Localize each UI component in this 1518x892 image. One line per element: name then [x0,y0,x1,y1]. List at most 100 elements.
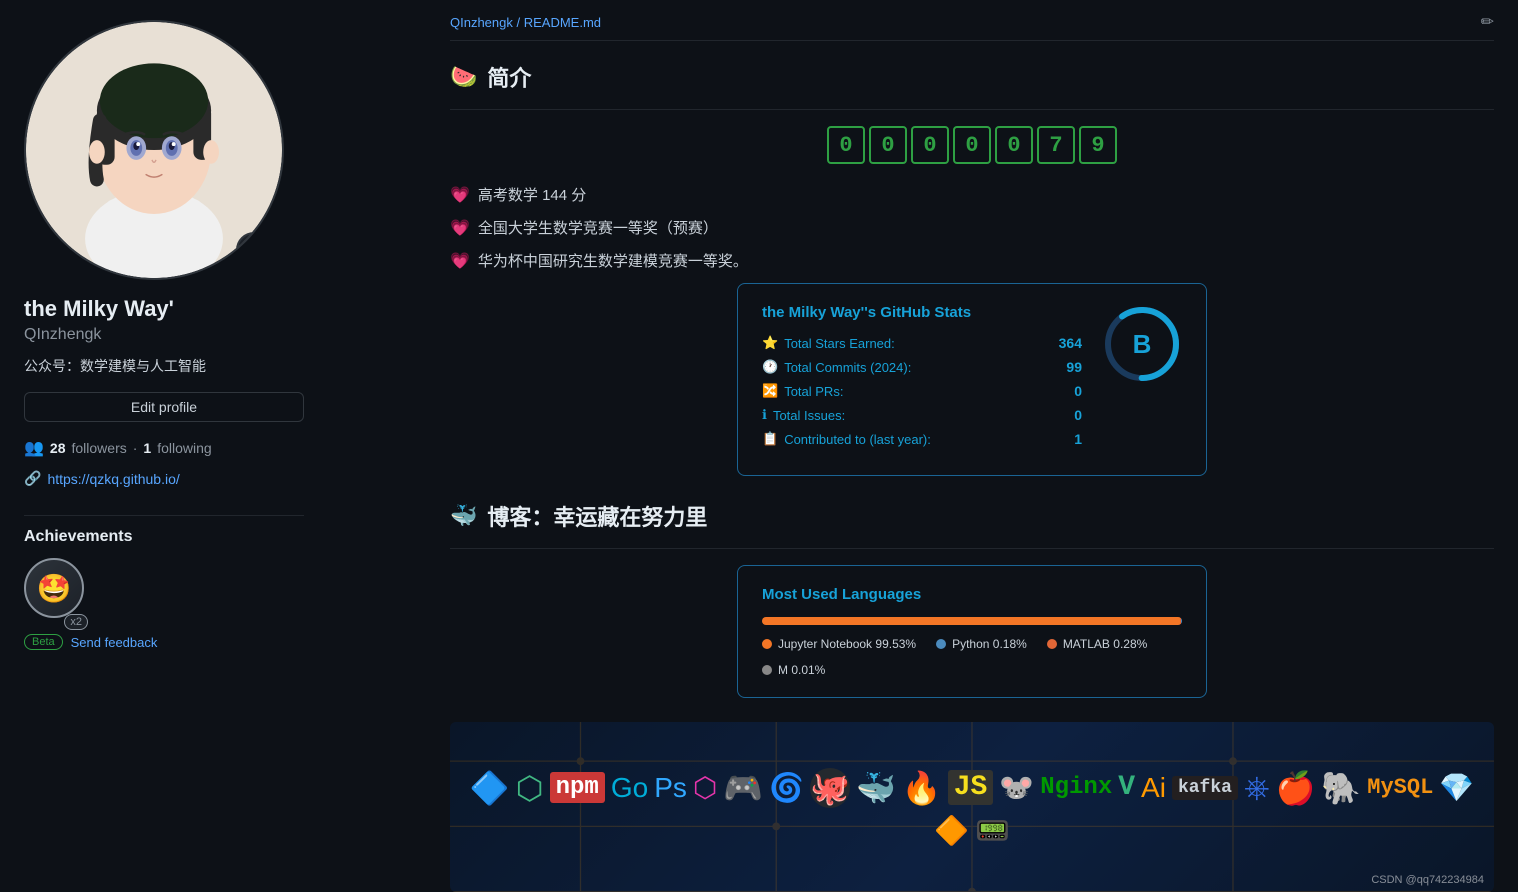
achievement-badge-wrapper: 🤩 x2 [24,558,84,626]
avatar-badge: 🍉 [236,232,272,268]
tech-icon-nginx: Nginx [1040,774,1112,801]
heart-icon-3: 💗 [450,251,470,271]
languages-card: Most Used Languages Jupyter Notebook 99.… [737,565,1207,698]
stats-left: the Milky Way''s GitHub Stats ⭐ Total St… [762,304,1082,455]
stats-value-stars: 364 [1059,335,1082,351]
achievement-text-2: 全国大学生数学竞赛一等奖（预赛） [478,217,718,238]
stats-label-stars: ⭐ Total Stars Earned: [762,335,895,351]
stats-value-issues: 0 [1074,407,1082,423]
counter-row: 0 0 0 0 0 7 9 [450,126,1494,164]
stats-row-contrib: 📋 Contributed to (last year): 1 [762,431,1082,447]
badge-count: x2 [64,614,88,630]
link-icon: 🔗 [24,470,41,487]
following-label: following [157,440,211,456]
grade-circle: B [1102,304,1182,384]
achievement-text-3: 华为杯中国研究生数学建模竞赛一等奖。 [478,250,748,271]
stats-row-issues: ℹ Total Issues: 0 [762,407,1082,423]
counter-digit-7: 9 [1079,126,1117,164]
lang-legend-jupyter: Jupyter Notebook 99.53% [762,637,916,651]
stats-label-issues: ℹ Total Issues: [762,407,845,423]
tech-icon-graphql: ⬡ [693,771,717,804]
website-url: https://qzkq.github.io/ [47,471,179,487]
heart-icon-1: 💗 [450,185,470,205]
followers-count: 28 [50,440,66,456]
achievement-item-3: 💗 华为杯中国研究生数学建模竞赛一等奖。 [450,250,1494,271]
stats-label-prs: 🔀 Total PRs: [762,383,843,399]
people-icon: 👥 [24,438,44,458]
counter-digit-1: 0 [827,126,865,164]
username-display: the Milky Way' [24,296,174,322]
github-stats-card: the Milky Way''s GitHub Stats ⭐ Total St… [737,283,1207,476]
tech-icon-gulp: 🌀 [769,771,804,804]
tech-icon-docker: 🐳 [856,769,896,807]
achievement-item-2: 💗 全国大学生数学竞赛一等奖（预赛） [450,217,1494,238]
csdn-watermark: CSDN @qq742234984 [1371,874,1484,886]
sidebar-divider [24,515,304,516]
achievement-text-1: 高考数学 144 分 [478,184,586,205]
tech-icon-vuejs: ⬡ [516,769,544,807]
tech-icon-js: JS [948,770,994,805]
readme-path-sep: / [517,15,524,30]
following-count: 1 [143,440,151,456]
tech-icon-terminal: 📟 [975,814,1010,847]
achievement-item-1: 💗 高考数学 144 分 [450,184,1494,205]
tech-icon-kafka: kafka [1172,776,1238,800]
edit-profile-button[interactable]: Edit profile [24,392,304,422]
lang-bar-jupyter [762,617,1180,625]
tech-icon-apple: 🍎 [1276,769,1316,807]
stats-row-stars: ⭐ Total Stars Earned: 364 [762,335,1082,351]
stats-label-contrib: 📋 Contributed to (last year): [762,431,931,447]
heart-icon-2: 💗 [450,218,470,238]
blog-title: 🐳 博客：幸运藏在努力里 [450,500,1494,532]
tech-icon-angular: 🔷 [470,769,510,807]
jupyter-dot [762,639,772,649]
grade-letter: B [1133,329,1152,360]
follow-section: 👥 28 followers · 1 following [24,438,212,458]
intro-title-text: 简介 [487,61,531,93]
readme-path-user: QInzhengk [450,15,513,30]
website-section[interactable]: 🔗 https://qzkq.github.io/ [24,470,180,487]
tech-icon-diamond: 💎 [1439,771,1474,804]
tech-icon-kubernetes: ⎈ [1244,769,1270,807]
m-dot [762,665,772,675]
tech-icon-ai: Ai [1141,772,1166,804]
tech-icon-photoshop: Ps [654,772,687,804]
stats-value-contrib: 1 [1074,431,1082,447]
bio-text: 公众号：数学建模与人工智能 [24,356,206,376]
stats-right: B [1102,304,1182,384]
pr-icon: 🔀 [762,383,778,399]
follow-separator: · [133,440,138,456]
tech-banner: 🔷 ⬡ npm Go Ps ⬡ 🎮 🌀 🐙 🐳 🔥 JS 🐭 Nginx V A… [450,722,1494,892]
avatar-wrapper: 🍉 [24,20,284,280]
tech-icons: 🔷 ⬡ npm Go Ps ⬡ 🎮 🌀 🐙 🐳 🔥 JS 🐭 Nginx V A… [460,768,1484,847]
readme-path-file: README.md [524,15,601,30]
edit-readme-icon[interactable]: ✏ [1481,12,1494,32]
counter-digit-3: 0 [911,126,949,164]
achievement-badge: 🤩 [24,558,84,618]
stats-value-prs: 0 [1074,383,1082,399]
counter-digit-5: 0 [995,126,1033,164]
lang-legend-matlab: MATLAB 0.28% [1047,637,1147,651]
beta-feedback-section: Beta Send feedback [24,634,157,650]
stats-value-commits: 99 [1066,359,1082,375]
matlab-label: MATLAB 0.28% [1063,637,1147,651]
sidebar: 🍉 the Milky Way' QInzhengk 公众号：数学建模与人工智能… [0,0,450,892]
followers-label: followers [72,440,127,456]
lang-legend-python: Python 0.18% [936,637,1027,651]
stats-row-commits: 🕐 Total Commits (2024): 99 [762,359,1082,375]
python-label: Python 0.18% [952,637,1027,651]
blog-divider [450,548,1494,549]
send-feedback-link[interactable]: Send feedback [71,635,158,650]
stats-label-commits: 🕐 Total Commits (2024): [762,359,911,375]
python-dot [936,639,946,649]
intro-divider [450,109,1494,110]
stats-title: the Milky Way''s GitHub Stats [762,304,1082,321]
tech-icon-github: 🐙 [810,768,850,808]
tech-icon-elephant: 🐘 [1321,769,1361,807]
tech-icon-swift: 🔶 [934,814,969,847]
counter-digit-6: 7 [1037,126,1075,164]
intro-section: 🍉 简介 0 0 0 0 0 7 9 💗 高考数学 144 分 💗 全国大学生数… [450,61,1494,476]
main-content: QInzhengk / README.md ✏ 🍉 简介 0 0 0 0 0 7… [450,0,1518,892]
readme-header: QInzhengk / README.md ✏ [450,0,1494,41]
intro-emoji: 🍉 [450,64,477,90]
